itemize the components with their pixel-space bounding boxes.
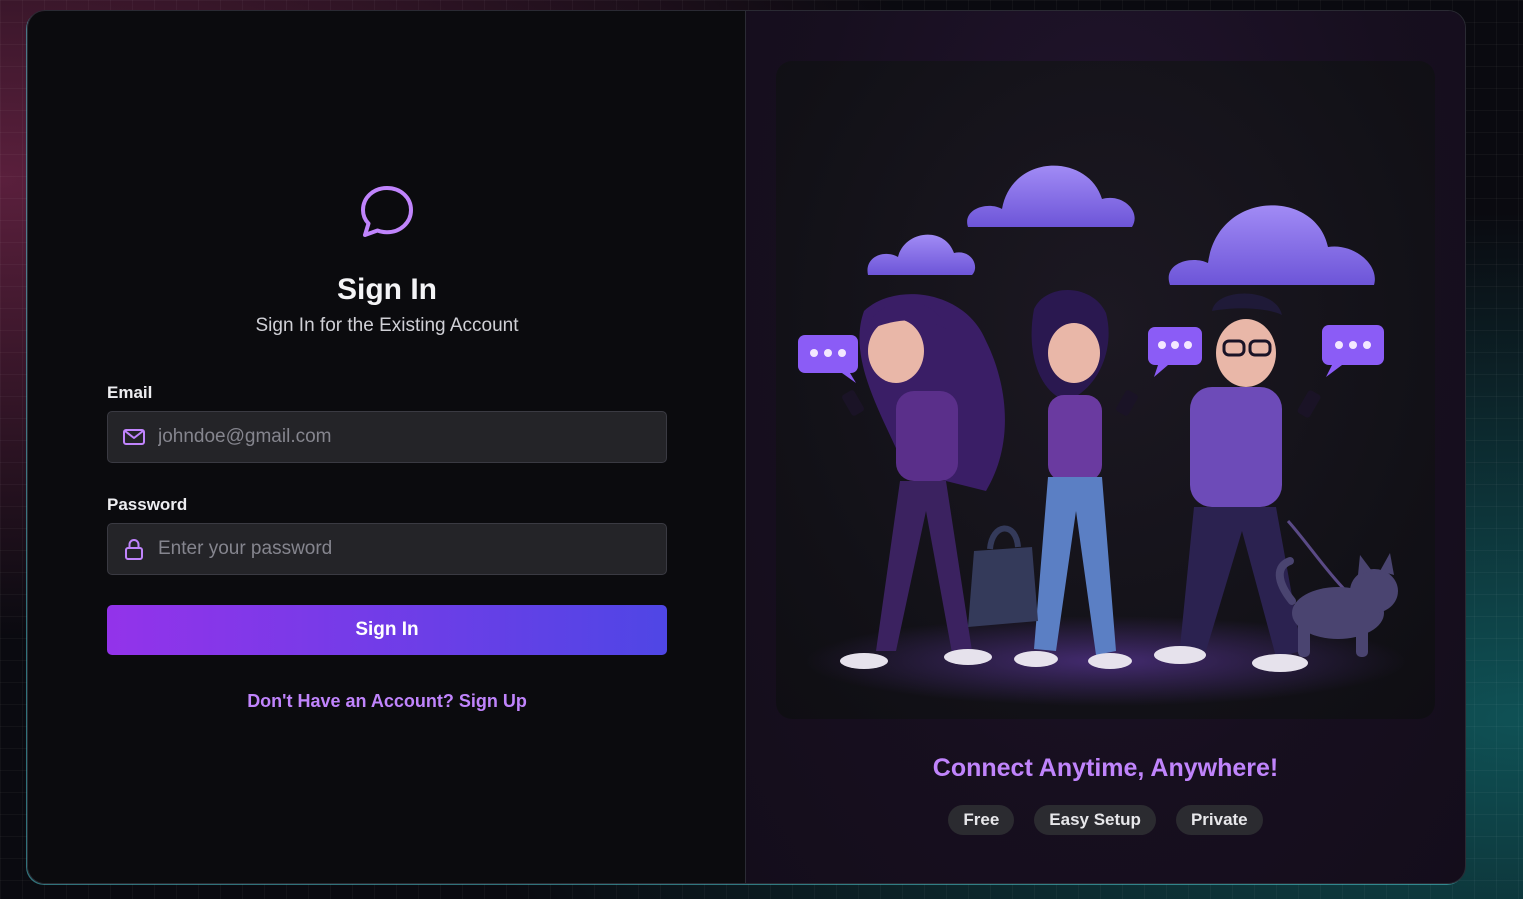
showcase-panel: Connect Anytime, Anywhere! Free Easy Set…	[746, 11, 1465, 883]
password-input[interactable]	[158, 538, 666, 560]
feature-chip: Easy Setup	[1034, 805, 1156, 835]
sign-up-link[interactable]: Don't Have an Account? Sign Up	[28, 691, 746, 712]
page-title: Sign In	[337, 273, 437, 306]
email-label: Email	[107, 383, 153, 402]
cloud-shape	[867, 165, 1375, 285]
mail-icon	[122, 425, 146, 449]
feature-chip: Free	[948, 805, 1015, 835]
password-field[interactable]	[107, 523, 667, 575]
signin-panel: Sign In Sign In for the Existing Account…	[28, 11, 746, 883]
illustration-art	[798, 165, 1406, 706]
feature-chips: Free Easy Setup Private	[746, 805, 1465, 835]
person-2	[968, 289, 1138, 669]
email-input[interactable]	[158, 426, 666, 448]
page-subtitle: Sign In for the Existing Account	[255, 315, 519, 336]
people-chatting-illustration	[776, 61, 1435, 719]
lock-icon	[122, 537, 146, 561]
sign-in-button[interactable]: Sign In	[107, 605, 667, 655]
signin-card: Sign In Sign In for the Existing Account…	[27, 10, 1466, 884]
chat-bubble-icon	[361, 186, 413, 237]
showcase-tagline: Connect Anytime, Anywhere!	[932, 754, 1279, 782]
feature-chip: Private	[1175, 805, 1263, 835]
email-field[interactable]	[107, 411, 667, 463]
password-label: Password	[107, 495, 188, 514]
